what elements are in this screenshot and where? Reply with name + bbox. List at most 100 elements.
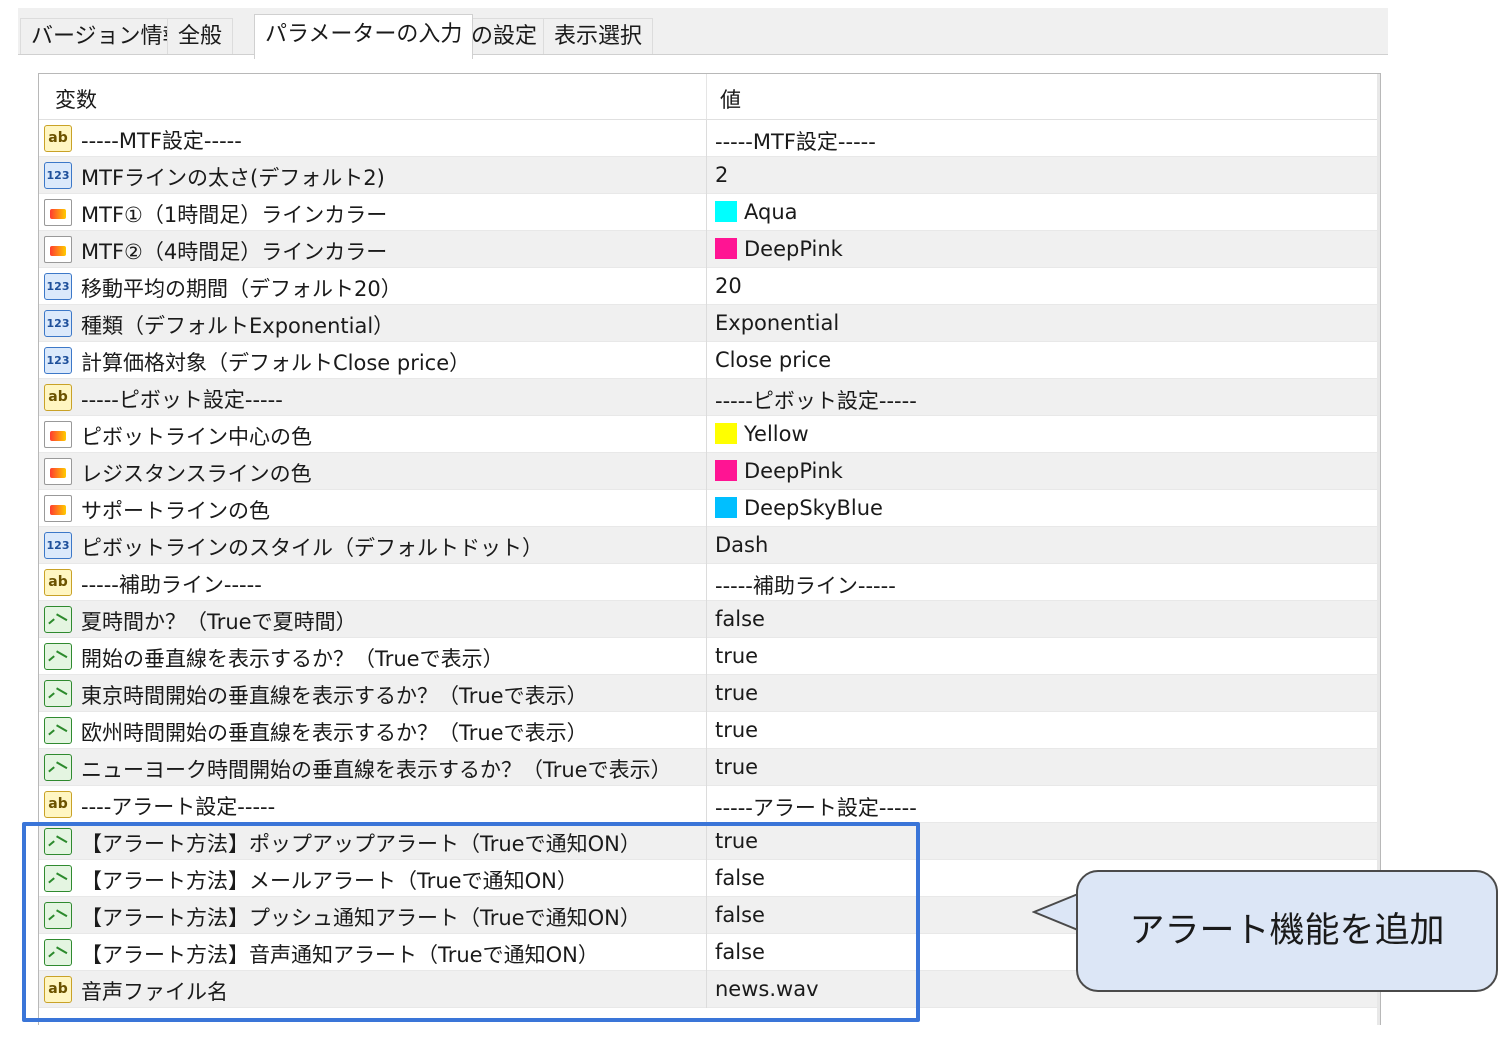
parameter-value[interactable]: true xyxy=(715,681,758,705)
parameter-value[interactable]: DeepSkyBlue xyxy=(715,496,883,520)
parameter-value-text: Yellow xyxy=(744,422,809,446)
parameter-row[interactable]: ab -----補助ライン----- -----補助ライン----- xyxy=(39,564,1377,601)
parameter-row[interactable]: 123 計算価格対象（デフォルトClose price） Close price xyxy=(39,342,1377,379)
parameter-row[interactable]: 123 種類（デフォルトExponential） Exponential xyxy=(39,305,1377,342)
parameter-value-text: Exponential xyxy=(715,311,840,335)
text-type-icon: ab xyxy=(44,384,72,411)
parameter-name: 夏時間か？（Trueで夏時間） xyxy=(81,610,357,634)
tab-general[interactable]: 全般 xyxy=(167,18,234,54)
parameter-row[interactable]: 東京時間開始の垂直線を表示するか？（Trueで表示） true xyxy=(39,675,1377,712)
parameter-row[interactable]: 123 移動平均の期間（デフォルト20） 20 xyxy=(39,268,1377,305)
bool-type-icon xyxy=(44,606,72,633)
parameter-row[interactable]: 開始の垂直線を表示するか？（Trueで表示） true xyxy=(39,638,1377,675)
parameter-value-text: true xyxy=(715,681,759,705)
parameter-value[interactable]: Yellow xyxy=(715,422,809,446)
cell-divider xyxy=(706,157,707,194)
cell-divider xyxy=(706,527,707,564)
bool-type-icon xyxy=(44,754,72,781)
parameter-value[interactable]: -----アラート設定----- xyxy=(715,792,917,822)
parameter-name: ----アラート設定----- xyxy=(81,795,276,819)
parameter-value[interactable]: -----ピボット設定----- xyxy=(715,385,917,415)
parameter-row[interactable]: ピボットライン中心の色 Yellow xyxy=(39,416,1377,453)
cell-divider xyxy=(706,749,707,786)
bool-type-icon xyxy=(44,717,72,744)
bool-type-icon xyxy=(44,643,72,670)
parameter-value[interactable]: Dash xyxy=(715,533,768,557)
parameter-row[interactable]: MTF②（4時間足）ラインカラー DeepPink xyxy=(39,231,1377,268)
parameter-name: ニューヨーク時間開始の垂直線を表示するか？（Trueで表示） xyxy=(81,758,672,782)
parameter-row[interactable]: 夏時間か？（Trueで夏時間） false xyxy=(39,601,1377,638)
color-type-icon xyxy=(44,458,72,485)
parameter-value[interactable]: true xyxy=(715,644,758,668)
parameter-value[interactable]: true xyxy=(715,718,758,742)
alert-settings-highlight-box xyxy=(22,822,920,1022)
color-swatch xyxy=(715,460,737,481)
color-type-icon xyxy=(44,421,72,448)
parameter-name: レジスタンスラインの色 xyxy=(81,462,312,486)
parameter-value[interactable]: DeepPink xyxy=(715,459,843,483)
parameter-value[interactable]: Close price xyxy=(715,348,831,372)
parameter-row[interactable]: レジスタンスラインの色 DeepPink xyxy=(39,453,1377,490)
parameter-value-text: 2 xyxy=(715,163,729,187)
text-type-icon: ab xyxy=(44,791,72,818)
cell-divider xyxy=(706,342,707,379)
parameter-value[interactable]: 20 xyxy=(715,274,742,298)
parameter-row[interactable]: MTF①（1時間足）ラインカラー Aqua xyxy=(39,194,1377,231)
parameter-value[interactable]: true xyxy=(715,755,758,779)
cell-divider xyxy=(706,379,707,416)
color-swatch xyxy=(715,423,737,444)
parameter-value[interactable]: 2 xyxy=(715,163,728,187)
parameter-row[interactable]: ab -----MTF設定----- -----MTF設定----- xyxy=(39,120,1377,157)
text-type-icon: ab xyxy=(44,125,72,152)
cell-divider xyxy=(706,786,707,823)
parameter-name: 開始の垂直線を表示するか？（Trueで表示） xyxy=(81,647,504,671)
tab-display-selection[interactable]: 表示選択 xyxy=(543,18,654,54)
number-type-icon: 123 xyxy=(44,310,72,337)
cell-divider xyxy=(706,194,707,231)
number-type-icon: 123 xyxy=(44,162,72,189)
parameter-row[interactable]: ニューヨーク時間開始の垂直線を表示するか？（Trueで表示） true xyxy=(39,749,1377,786)
cell-divider xyxy=(706,490,707,527)
callout-tail xyxy=(1032,892,1082,932)
cell-divider xyxy=(706,601,707,638)
cell-divider xyxy=(706,120,707,157)
color-type-icon xyxy=(44,495,72,522)
parameter-name: 東京時間開始の垂直線を表示するか？（Trueで表示） xyxy=(81,684,588,708)
column-header-value[interactable]: 値 xyxy=(720,84,741,114)
parameter-value[interactable]: Exponential xyxy=(715,311,839,335)
color-type-icon xyxy=(44,199,72,226)
parameter-value-text: true xyxy=(715,644,759,668)
parameter-name: MTF①（1時間足）ラインカラー xyxy=(81,203,388,227)
tab-input-parameters[interactable]: パラメーターの入力 xyxy=(254,14,474,59)
parameter-value-text: -----MTF設定----- xyxy=(715,130,876,154)
parameter-value-text: DeepPink xyxy=(744,459,843,483)
text-type-icon: ab xyxy=(44,569,72,596)
parameter-name: 欧州時間開始の垂直線を表示するか？（Trueで表示） xyxy=(81,721,588,745)
parameter-value[interactable]: -----MTF設定----- xyxy=(715,126,876,156)
parameter-name: ピボットラインのスタイル（デフォルトドット） xyxy=(81,536,543,560)
cell-divider xyxy=(706,268,707,305)
cell-divider xyxy=(706,453,707,490)
number-type-icon: 123 xyxy=(44,347,72,374)
parameter-value-text: -----アラート設定----- xyxy=(715,796,917,820)
parameter-row[interactable]: 欧州時間開始の垂直線を表示するか？（Trueで表示） true xyxy=(39,712,1377,749)
parameter-row[interactable]: サポートラインの色 DeepSkyBlue xyxy=(39,490,1377,527)
parameter-value[interactable]: DeepPink xyxy=(715,237,843,261)
parameter-row[interactable]: ab -----ピボット設定----- -----ピボット設定----- xyxy=(39,379,1377,416)
cell-divider xyxy=(706,638,707,675)
parameter-row[interactable]: ab ----アラート設定----- -----アラート設定----- xyxy=(39,786,1377,823)
parameter-row[interactable]: 123 MTFラインの太さ(デフォルト2) 2 xyxy=(39,157,1377,194)
parameter-value[interactable]: Aqua xyxy=(715,200,798,224)
parameter-name: 計算価格対象（デフォルトClose price） xyxy=(81,351,471,375)
parameter-value[interactable]: -----補助ライン----- xyxy=(715,570,896,600)
callout-bubble: アラート機能を追加 xyxy=(1076,870,1498,992)
parameter-name: MTF②（4時間足）ラインカラー xyxy=(81,240,388,264)
parameter-row[interactable]: 123 ピボットラインのスタイル（デフォルトドット） Dash xyxy=(39,527,1377,564)
number-type-icon: 123 xyxy=(44,273,72,300)
cell-divider xyxy=(706,416,707,453)
column-divider[interactable] xyxy=(706,74,707,119)
column-header-variable[interactable]: 変数 xyxy=(55,84,97,114)
grid-header: 変数 値 xyxy=(39,74,1380,120)
parameter-value-text: -----ピボット設定----- xyxy=(715,389,917,413)
parameter-value[interactable]: false xyxy=(715,607,765,631)
